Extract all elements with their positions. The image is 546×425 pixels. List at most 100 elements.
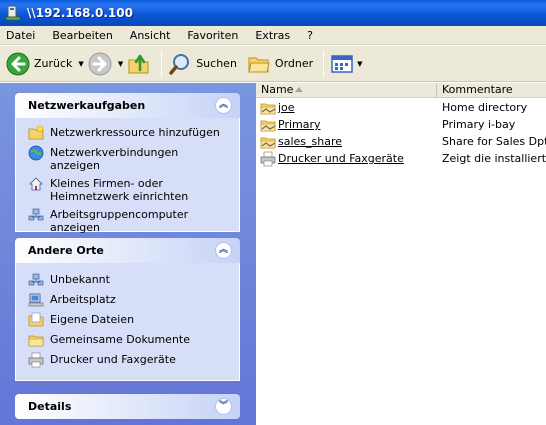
collapse-chevron-icon[interactable]: ︽ bbox=[215, 97, 232, 114]
table-row[interactable]: Primary Primary i-bay bbox=[256, 116, 546, 133]
folders-button[interactable]: Ordner bbox=[247, 49, 313, 79]
up-folder-button[interactable] bbox=[127, 49, 151, 79]
network-tasks-panel: Netzwerkaufgaben ︽ Netzwerkressource hin… bbox=[15, 93, 240, 234]
share-folder-icon bbox=[260, 120, 276, 131]
search-icon bbox=[169, 53, 190, 75]
place-my-computer[interactable]: Arbeitsplatz bbox=[28, 292, 229, 308]
window-title: \\192.168.0.100 bbox=[27, 6, 133, 20]
up-folder-icon bbox=[128, 54, 149, 73]
menu-view[interactable]: Ansicht bbox=[130, 29, 171, 42]
back-arrow-icon bbox=[6, 52, 30, 75]
task-label: Kleines Firmen- oder Heimnetzwerk einric… bbox=[50, 177, 189, 203]
home-network-icon bbox=[29, 177, 43, 191]
column-comments-label: Kommentare bbox=[442, 83, 513, 96]
title-bar: \\192.168.0.100 bbox=[0, 0, 546, 26]
file-name-cell: Drucker und Faxgeräte bbox=[256, 151, 437, 167]
back-button[interactable]: Zurück ▼ bbox=[6, 49, 84, 79]
table-row[interactable]: sales_share Share for Sales Dpt. bbox=[256, 133, 546, 150]
toolbar-separator bbox=[323, 50, 325, 77]
printer-icon bbox=[260, 151, 276, 166]
file-name[interactable]: sales_share bbox=[278, 135, 342, 148]
task-label: Arbeitsgruppencomputer anzeigen bbox=[50, 208, 189, 234]
file-comment: Home directory bbox=[442, 101, 528, 114]
views-button[interactable]: ▼ bbox=[330, 49, 363, 79]
share-folder-icon bbox=[260, 137, 276, 148]
column-name-label: Name bbox=[261, 83, 294, 96]
file-list: Name Kommentare joe Home directory Prima… bbox=[256, 83, 546, 425]
add-network-place-icon bbox=[28, 125, 44, 140]
task-label: Netzwerkressource hinzufügen bbox=[50, 126, 220, 139]
search-label: Suchen bbox=[196, 57, 237, 70]
table-row[interactable]: Drucker und Faxgeräte Zeigt die installi… bbox=[256, 150, 546, 167]
place-shared-documents[interactable]: Gemeinsame Dokumente bbox=[28, 332, 229, 348]
menu-tools[interactable]: Extras bbox=[255, 29, 290, 42]
share-folder-icon bbox=[260, 103, 276, 114]
file-name[interactable]: joe bbox=[278, 101, 295, 114]
folders-icon bbox=[248, 57, 270, 72]
other-places-header[interactable]: Andere Orte ︽ bbox=[15, 238, 240, 263]
task-workgroup-computers[interactable]: Arbeitsgruppencomputer anzeigen bbox=[28, 207, 229, 234]
expand-chevron-icon[interactable]: ︾ bbox=[215, 398, 232, 415]
menu-favorites[interactable]: Favoriten bbox=[187, 29, 238, 42]
place-label: Unbekannt bbox=[50, 273, 110, 286]
place-my-documents[interactable]: Eigene Dateien bbox=[28, 312, 229, 328]
file-comment: Share for Sales Dpt. bbox=[442, 135, 546, 148]
sort-ascending-icon bbox=[295, 87, 303, 92]
place-unknown[interactable]: Unbekannt bbox=[28, 272, 229, 288]
my-computer-icon bbox=[28, 293, 44, 307]
other-places-title: Andere Orte bbox=[28, 244, 104, 257]
other-places-body: Unbekannt Arbeitsplatz Eigene Dateien Ge… bbox=[15, 263, 240, 381]
views-dropdown-icon[interactable]: ▼ bbox=[357, 60, 362, 68]
folders-label: Ordner bbox=[274, 57, 314, 70]
details-title: Details bbox=[28, 400, 72, 413]
forward-arrow-icon bbox=[88, 52, 112, 75]
forward-dropdown-icon[interactable]: ▼ bbox=[118, 60, 123, 68]
details-panel: Details ︾ bbox=[15, 394, 240, 419]
task-label: Netzwerkverbindungen anzeigen bbox=[50, 146, 179, 172]
menu-help[interactable]: ? bbox=[307, 29, 313, 42]
menu-edit[interactable]: Bearbeiten bbox=[52, 29, 112, 42]
network-tasks-title: Netzwerkaufgaben bbox=[28, 99, 146, 112]
details-header[interactable]: Details ︾ bbox=[15, 394, 240, 419]
file-comment: Primary i-bay bbox=[442, 118, 516, 131]
printer-icon bbox=[28, 352, 44, 368]
task-network-connections[interactable]: Netzwerkverbindungen anzeigen bbox=[28, 145, 229, 172]
file-name-cell: Primary bbox=[256, 117, 437, 133]
place-printers[interactable]: Drucker und Faxgeräte bbox=[28, 352, 229, 368]
back-dropdown-icon[interactable]: ▼ bbox=[78, 60, 83, 68]
file-name-cell: sales_share bbox=[256, 134, 437, 150]
forward-button[interactable]: ▼ bbox=[88, 49, 123, 79]
search-button[interactable]: Suchen bbox=[168, 49, 237, 79]
place-label: Gemeinsame Dokumente bbox=[50, 333, 190, 346]
column-header-name[interactable]: Name bbox=[256, 83, 437, 97]
network-tasks-body: Netzwerkressource hinzufügen Netzwerkver… bbox=[15, 118, 240, 234]
place-label: Eigene Dateien bbox=[50, 313, 135, 326]
task-add-network-place[interactable]: Netzwerkressource hinzufügen bbox=[28, 125, 229, 141]
file-name[interactable]: Drucker und Faxgeräte bbox=[278, 152, 404, 165]
menu-file[interactable]: Datei bbox=[6, 29, 35, 42]
file-name-cell: joe bbox=[256, 100, 437, 116]
collapse-chevron-icon[interactable]: ︽ bbox=[215, 242, 232, 259]
views-icon bbox=[331, 54, 353, 73]
place-label: Drucker und Faxgeräte bbox=[50, 353, 176, 366]
menu-bar: Datei Bearbeiten Ansicht Favoriten Extra… bbox=[0, 26, 546, 45]
task-pane: Netzwerkaufgaben ︽ Netzwerkressource hin… bbox=[0, 83, 256, 425]
shared-folder-icon bbox=[28, 335, 44, 347]
place-label: Arbeitsplatz bbox=[50, 293, 116, 306]
workgroup-computers-icon bbox=[28, 208, 44, 221]
toolbar: Zurück ▼ ▼ Suchen Ordner ▼ bbox=[0, 46, 546, 82]
network-icon bbox=[28, 273, 44, 286]
toolbar-separator bbox=[161, 50, 163, 77]
file-rows: joe Home directory Primary Primary i-bay bbox=[256, 99, 546, 167]
network-connections-icon bbox=[28, 145, 44, 161]
network-share-icon bbox=[5, 5, 21, 21]
network-tasks-header[interactable]: Netzwerkaufgaben ︽ bbox=[15, 93, 240, 118]
my-documents-icon bbox=[28, 312, 44, 327]
other-places-panel: Andere Orte ︽ Unbekannt Arbeitsplatz Eig… bbox=[15, 238, 240, 381]
task-home-network[interactable]: Kleines Firmen- oder Heimnetzwerk einric… bbox=[28, 176, 229, 203]
column-header-bar: Name Kommentare bbox=[256, 83, 546, 98]
file-name[interactable]: Primary bbox=[278, 118, 321, 131]
column-header-comments[interactable]: Kommentare bbox=[437, 83, 546, 97]
table-row[interactable]: joe Home directory bbox=[256, 99, 546, 116]
back-label: Zurück bbox=[34, 57, 73, 70]
